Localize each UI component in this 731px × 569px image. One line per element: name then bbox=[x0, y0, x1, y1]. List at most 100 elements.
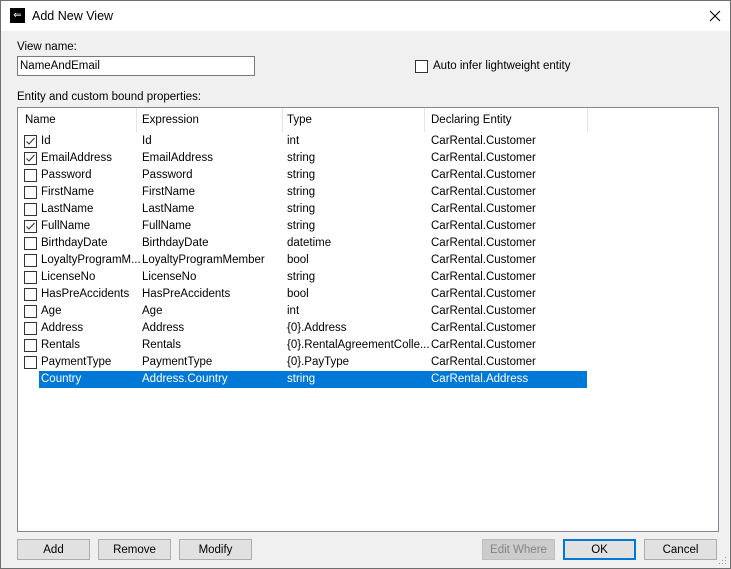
table-row[interactable]: HasPreAccidents HasPreAccidents bool CarRen… bbox=[18, 286, 718, 303]
cell-declaring-entity: CarRental.Customer bbox=[431, 288, 536, 300]
cell-expression: LastName bbox=[142, 203, 195, 215]
row-checkbox[interactable] bbox=[24, 203, 37, 216]
cell-expression: FullName bbox=[142, 220, 192, 232]
table-row[interactable]: FirstName FirstName string CarRental.Custom… bbox=[18, 184, 718, 201]
column-header-type[interactable]: Type bbox=[280, 108, 425, 132]
cell-declaring-entity: CarRental.Customer bbox=[431, 169, 536, 181]
cell-type: string bbox=[287, 220, 316, 232]
table-row[interactable]: LicenseNo LicenseNo string CarRental.Custom… bbox=[18, 269, 718, 286]
table-row[interactable]: Id Id int CarRental.Customer bbox=[18, 133, 718, 150]
table-row[interactable]: Country Address.Country string CarRental.Ad… bbox=[18, 371, 718, 388]
cell-name: Password bbox=[41, 169, 92, 181]
row-checkbox[interactable] bbox=[24, 152, 37, 165]
cell-name: Rentals bbox=[41, 339, 80, 351]
cell-expression: Address bbox=[142, 322, 185, 334]
table-row[interactable]: BirthdayDate BirthdayDate datetime CarRenta… bbox=[18, 235, 718, 252]
row-checkbox[interactable] bbox=[24, 237, 37, 250]
cell-type: string bbox=[287, 373, 316, 385]
cell-expression: Id bbox=[142, 135, 152, 147]
cell-declaring-entity: CarRental.Customer bbox=[431, 339, 536, 351]
remove-button[interactable]: Remove bbox=[98, 539, 171, 560]
cell-type: {0}.Address bbox=[287, 322, 347, 334]
cell-declaring-entity: CarRental.Customer bbox=[431, 135, 536, 147]
close-button[interactable] bbox=[700, 1, 730, 31]
close-icon bbox=[709, 10, 721, 22]
cell-expression: LoyaltyProgramMember bbox=[142, 254, 265, 266]
modify-button[interactable]: Modify bbox=[179, 539, 252, 560]
arrow-back-icon: ⇐ bbox=[10, 8, 25, 23]
table-row[interactable]: Address Address {0}.Address CarRental.Custo… bbox=[18, 320, 718, 337]
cell-declaring-entity: CarRental.Customer bbox=[431, 271, 536, 283]
cell-declaring-entity: CarRental.Customer bbox=[431, 356, 536, 368]
cell-type: bool bbox=[287, 254, 309, 266]
add-new-view-dialog: ⇐ Add New View View name: Auto infer lig… bbox=[0, 0, 731, 569]
cell-type: string bbox=[287, 271, 316, 283]
checkmark-icon bbox=[26, 154, 35, 162]
column-header-name[interactable]: Name bbox=[18, 108, 135, 132]
cell-expression: LicenseNo bbox=[142, 271, 197, 283]
cell-declaring-entity: CarRental.Customer bbox=[431, 186, 536, 198]
cell-type: string bbox=[287, 186, 316, 198]
cell-name: Address bbox=[41, 322, 84, 334]
resize-grip-icon[interactable] bbox=[719, 557, 727, 565]
cell-expression: Password bbox=[142, 169, 193, 181]
cell-name: BirthdayDate bbox=[41, 237, 108, 249]
row-checkbox[interactable] bbox=[24, 339, 37, 352]
row-checkbox[interactable] bbox=[24, 220, 37, 233]
properties-list[interactable]: Name Expression Type Declaring Entity Id… bbox=[17, 107, 719, 532]
cell-type: bool bbox=[287, 288, 309, 300]
cell-name: LoyaltyProgramM... bbox=[41, 254, 141, 266]
cell-expression: BirthdayDate bbox=[142, 237, 209, 249]
row-checkbox[interactable] bbox=[24, 288, 37, 301]
table-row[interactable]: Password Password string CarRental.Customer bbox=[18, 167, 718, 184]
cell-expression: Age bbox=[142, 305, 163, 317]
table-row[interactable]: FullName FullName string CarRental.Customer bbox=[18, 218, 718, 235]
cell-declaring-entity: CarRental.Customer bbox=[431, 254, 536, 266]
column-separator[interactable] bbox=[587, 108, 588, 132]
cell-type: string bbox=[287, 169, 316, 181]
cell-expression: FirstName bbox=[142, 186, 196, 198]
table-row[interactable]: LoyaltyProgramM... LoyaltyProgramMember bo… bbox=[18, 252, 718, 269]
checkmark-icon bbox=[26, 137, 35, 145]
cell-type: string bbox=[287, 203, 316, 215]
table-row[interactable]: EmailAddress EmailAddress string CarRental.… bbox=[18, 150, 718, 167]
table-row[interactable]: Age Age int CarRental.Customer bbox=[18, 303, 718, 320]
cell-name: Id bbox=[41, 135, 51, 147]
row-checkbox[interactable] bbox=[24, 305, 37, 318]
cell-type: int bbox=[287, 135, 300, 147]
table-row[interactable]: LastName LastName string CarRental.Customer bbox=[18, 201, 718, 218]
table-row[interactable]: PaymentType PaymentType {0}.PayType CarRent… bbox=[18, 354, 718, 371]
cell-name: EmailAddress bbox=[41, 152, 112, 164]
row-checkbox[interactable] bbox=[24, 169, 37, 182]
dialog-title: Add New View bbox=[32, 9, 114, 23]
cancel-button[interactable]: Cancel bbox=[644, 539, 717, 560]
column-header-declaring-entity[interactable]: Declaring Entity bbox=[424, 108, 587, 132]
cell-expression: EmailAddress bbox=[142, 152, 213, 164]
row-checkbox[interactable] bbox=[24, 254, 37, 267]
row-checkbox[interactable] bbox=[24, 356, 37, 369]
edit-where-button[interactable]: Edit Where bbox=[482, 539, 555, 560]
cell-declaring-entity: CarRental.Customer bbox=[431, 237, 536, 249]
column-header-expression[interactable]: Expression bbox=[135, 108, 282, 132]
cell-name: LastName bbox=[41, 203, 94, 215]
cell-declaring-entity: CarRental.Customer bbox=[431, 203, 536, 215]
cell-name: HasPreAccidents bbox=[41, 288, 130, 300]
auto-infer-checkbox-box[interactable] bbox=[415, 60, 428, 73]
row-checkbox[interactable] bbox=[24, 135, 37, 148]
cell-type: {0}.RentalAgreementColle... bbox=[287, 339, 430, 351]
view-name-input[interactable] bbox=[17, 56, 255, 76]
add-button[interactable]: Add bbox=[17, 539, 90, 560]
cell-expression: Rentals bbox=[142, 339, 181, 351]
row-checkbox[interactable] bbox=[24, 186, 37, 199]
cell-declaring-entity: CarRental.Address bbox=[431, 373, 529, 385]
ok-button[interactable]: OK bbox=[563, 539, 636, 560]
row-checkbox[interactable] bbox=[24, 271, 37, 284]
cell-name: FullName bbox=[41, 220, 91, 232]
cell-expression: PaymentType bbox=[142, 356, 213, 368]
cell-name: FirstName bbox=[41, 186, 95, 198]
cell-name: PaymentType bbox=[41, 356, 112, 368]
checkmark-icon bbox=[26, 222, 35, 230]
table-row[interactable]: Rentals Rentals {0}.RentalAgreementColle..… bbox=[18, 337, 718, 354]
cell-type: datetime bbox=[287, 237, 332, 249]
row-checkbox[interactable] bbox=[24, 322, 37, 335]
